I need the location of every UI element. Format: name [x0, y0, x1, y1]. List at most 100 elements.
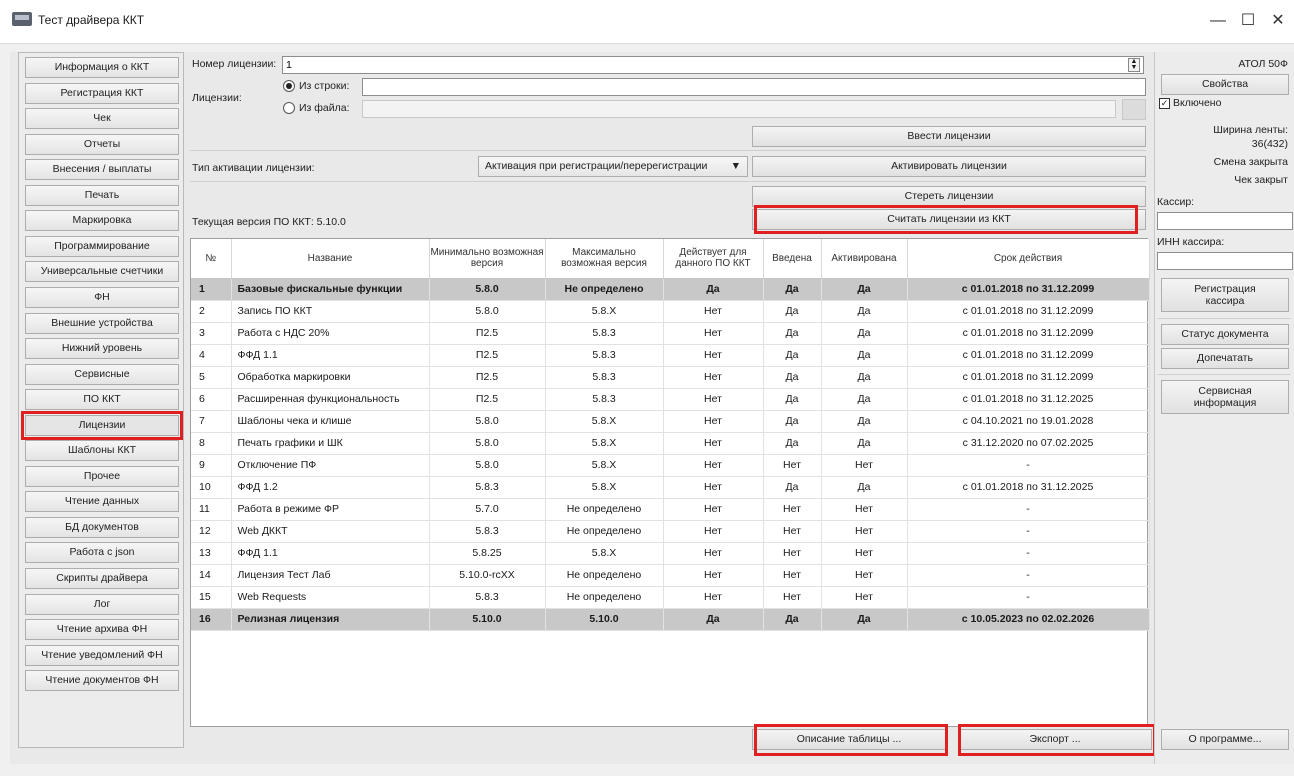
enabled-label: Включено	[1173, 97, 1222, 109]
table-row[interactable]: 4 ФФД 1.1 П2.5 5.8.3 Нет Да Да с 01.01.2018 по …	[191, 344, 1150, 367]
enabled-checkbox[interactable]: ✓	[1159, 98, 1170, 109]
table-cell: 5.8.3	[429, 586, 546, 609]
table-cell: с 01.01.2018 по 31.12.2099	[907, 278, 1150, 301]
nav-item[interactable]: Универсальные счетчики	[25, 261, 179, 282]
table-row[interactable]: 5 Обработка маркировки П2.5 5.8.3 Нет Да Да с 0…	[191, 366, 1150, 389]
nav-item[interactable]: ФН	[25, 287, 179, 308]
service-info-button[interactable]: Сервисная информация	[1161, 380, 1289, 414]
nav-item[interactable]: Внешние устройства	[25, 313, 179, 334]
nav-item[interactable]: Чтение документов ФН	[25, 670, 179, 691]
table-cell: Нет	[821, 542, 908, 565]
table-row[interactable]: 15 Web Requests 5.8.3 Не определено Нет Нет Не…	[191, 586, 1150, 609]
table-cell: -	[907, 586, 1150, 609]
table-cell: 5.8.3	[429, 520, 546, 543]
license-number-spinner[interactable]: ▲ ▼	[1128, 58, 1140, 72]
properties-button[interactable]: Свойства	[1161, 74, 1289, 95]
from-string-input[interactable]	[362, 78, 1146, 96]
erase-licenses-button[interactable]: Стереть лицензии	[752, 186, 1146, 207]
column-header[interactable]: Минимально возможная версия	[429, 239, 546, 279]
column-header[interactable]: Активирована	[821, 239, 908, 279]
document-status-button[interactable]: Статус документа	[1161, 324, 1289, 345]
nav-item[interactable]: Шаблоны ККТ	[25, 440, 179, 461]
table-cell: 4	[191, 344, 232, 367]
table-header: № Название Минимально возможная версия Макс…	[191, 239, 1150, 279]
nav-item[interactable]: Работа с json	[25, 542, 179, 563]
nav-item[interactable]: Чтение данных	[25, 491, 179, 512]
nav-item[interactable]: Регистрация ККТ	[25, 83, 179, 104]
close-button[interactable]: ✕	[1258, 8, 1294, 34]
nav-item[interactable]: Скрипты драйвера	[25, 568, 179, 589]
table-cell: ФФД 1.1	[231, 542, 430, 565]
table-row[interactable]: 16 Релизная лицензия 5.10.0 5.10.0 Да Да Да с 1…	[191, 608, 1150, 631]
cashier-inn-input[interactable]	[1157, 252, 1293, 270]
nav-item[interactable]: Отчеты	[25, 134, 179, 155]
nav-item[interactable]: Нижний уровень	[25, 338, 179, 359]
table-cell: 5.8.3	[545, 366, 664, 389]
nav-item[interactable]: Чтение уведомлений ФН	[25, 645, 179, 666]
nav-item[interactable]: Программирование	[25, 236, 179, 257]
table-cell: Нет	[821, 586, 908, 609]
table-cell: Да	[763, 476, 822, 499]
column-header[interactable]: №	[191, 239, 232, 279]
table-cell: Web Requests	[231, 586, 430, 609]
activate-licenses-button[interactable]: Активировать лицензии	[752, 156, 1146, 177]
browse-file-button[interactable]	[1122, 99, 1146, 120]
table-row[interactable]: 2 Запись ПО ККТ 5.8.0 5.8.X Нет Да Да с 01.01.2…	[191, 300, 1150, 323]
table-row[interactable]: 13 ФФД 1.1 5.8.25 5.8.X Нет Нет Нет -	[191, 542, 1150, 565]
license-number-field[interactable]: 1	[282, 56, 1144, 74]
table-row[interactable]: 8 Печать графики и ШК 5.8.0 5.8.X Нет Да Да с 3…	[191, 432, 1150, 455]
table-row[interactable]: 6 Расширенная функциональность П2.5 5.8.3 Не…	[191, 388, 1150, 411]
table-cell: 5.7.0	[429, 498, 546, 521]
activation-type-select[interactable]: Активация при регистрации/перерегистраци…	[478, 156, 748, 177]
table-row[interactable]: 9 Отключение ПФ 5.8.0 5.8.X Нет Нет Нет -	[191, 454, 1150, 477]
title-bar: Тест драйвера ККТ — ☐ ✕	[0, 0, 1294, 44]
table-row[interactable]: 10 ФФД 1.2 5.8.3 5.8.X Нет Да Да с 01.01.2018 п…	[191, 476, 1150, 499]
table-cell: Нет	[663, 388, 764, 411]
table-row[interactable]: 7 Шаблоны чека и клише 5.8.0 5.8.X Нет Да Да с …	[191, 410, 1150, 433]
table-cell: с 01.01.2018 по 31.12.2099	[907, 344, 1150, 367]
table-row[interactable]: 12 Web ДККТ 5.8.3 Не определено Нет Нет Нет -	[191, 520, 1150, 543]
table-row[interactable]: 3 Работа с НДС 20% П2.5 5.8.3 Нет Да Да с 01.01…	[191, 322, 1150, 345]
nav-item[interactable]: Чтение архива ФН	[25, 619, 179, 640]
nav-item[interactable]: Информация о ККТ	[25, 57, 179, 78]
table-cell: 5.8.3	[545, 388, 664, 411]
nav-item[interactable]: ПО ККТ	[25, 389, 179, 410]
enter-licenses-button[interactable]: Ввести лицензии	[752, 126, 1146, 147]
column-header[interactable]: Срок действия	[907, 239, 1150, 279]
table-cell: 5.8.3	[545, 322, 664, 345]
table-cell: Нет	[763, 498, 822, 521]
from-file-input[interactable]	[362, 100, 1116, 118]
from-file-radio[interactable]	[283, 102, 295, 114]
table-row[interactable]: 14 Лицензия Тест Лаб 5.10.0-rcXX Не определ…	[191, 564, 1150, 587]
table-row[interactable]: 11 Работа в режиме ФР 5.7.0 Не определено Не…	[191, 498, 1150, 521]
column-header[interactable]: Максимально возможная версия	[545, 239, 664, 279]
nav-item[interactable]: Прочее	[25, 466, 179, 487]
column-header[interactable]: Название	[231, 239, 430, 279]
cashier-input[interactable]	[1157, 212, 1293, 230]
column-header[interactable]: Введена	[763, 239, 822, 279]
table-cell: с 31.12.2020 по 07.02.2025	[907, 432, 1150, 455]
from-string-radio[interactable]	[283, 80, 295, 92]
current-version-label: Текущая версия ПО ККТ: 5.10.0	[192, 216, 346, 228]
table-cell: Да	[763, 322, 822, 345]
nav-item[interactable]: БД документов	[25, 517, 179, 538]
register-cashier-button[interactable]: Регистрация кассира	[1161, 278, 1289, 312]
register-cashier-line1: Регистрация	[1194, 283, 1256, 295]
table-cell: 5.8.X	[545, 432, 664, 455]
license-number-label: Номер лицензии:	[192, 58, 277, 70]
nav-item[interactable]: Внесения / выплаты	[25, 159, 179, 180]
table-cell: Лицензия Тест Лаб	[231, 564, 430, 587]
table-cell: Отключение ПФ	[231, 454, 430, 477]
column-header[interactable]: Действует для данного ПО ККТ	[663, 239, 764, 279]
reprint-button[interactable]: Допечатать	[1161, 348, 1289, 369]
nav-item[interactable]: Чек	[25, 108, 179, 129]
nav-item[interactable]: Сервисные	[25, 364, 179, 385]
nav-item[interactable]: Маркировка	[25, 210, 179, 231]
from-file-label: Из файла:	[299, 102, 350, 114]
nav-item[interactable]: Печать	[25, 185, 179, 206]
table-cell: Да	[821, 388, 908, 411]
tape-width-value: 36(432)	[1251, 138, 1288, 150]
table-row[interactable]: 1 Базовые фискальные функции 5.8.0 Не опред…	[191, 278, 1150, 301]
about-button[interactable]: О программе...	[1161, 729, 1289, 750]
nav-item[interactable]: Лог	[25, 594, 179, 615]
